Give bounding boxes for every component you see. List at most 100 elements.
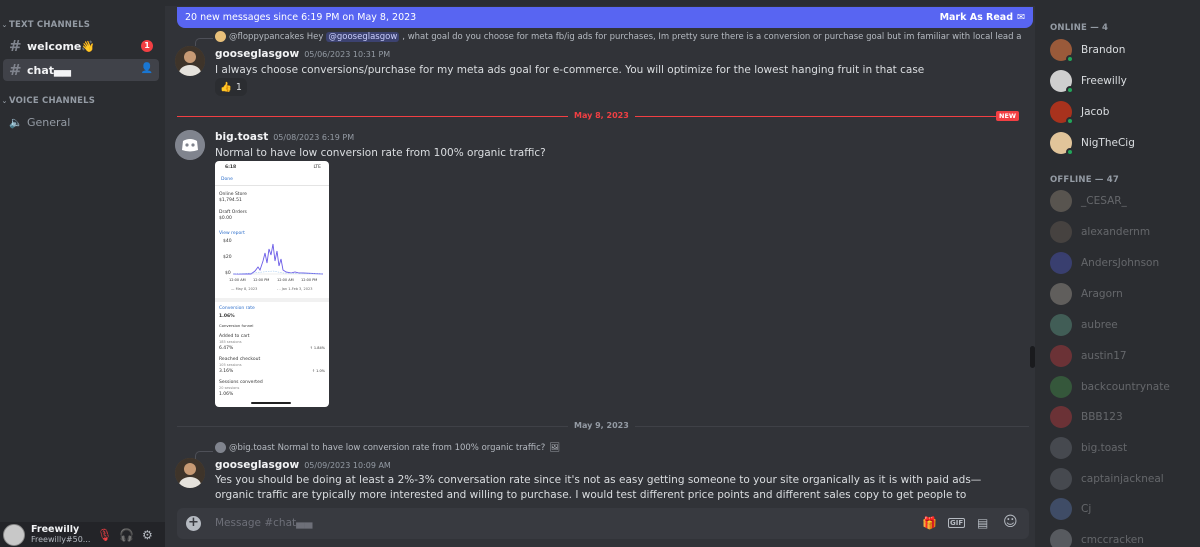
avatar [1050,132,1074,156]
plus-icon[interactable]: + [186,516,201,531]
message-timestamp: 05/09/2023 10:09 AM [304,461,391,470]
avatar[interactable] [175,458,205,488]
member-item[interactable]: big.toast [1050,436,1195,460]
member-item[interactable]: Brandon [1050,38,1195,63]
member-item[interactable]: cmccracken [1050,528,1195,547]
message-timestamp: 05/08/2023 6:19 PM [273,133,355,142]
reply-connector [195,38,213,46]
member-item[interactable]: backcountrynate [1050,375,1195,399]
headphones-icon[interactable]: 🎧 [119,528,134,542]
reply-pre: Hey [306,31,324,42]
reply-connector [195,451,213,459]
text-channels-category[interactable]: ⌄ TEXT CHANNELS [0,20,90,30]
member-item[interactable]: NigTheCig [1050,131,1195,156]
member-item[interactable]: captainjackneal [1050,467,1195,491]
new-messages-bar[interactable]: 20 new messages since 6:19 PM on May 8, … [177,7,1033,28]
home-indicator [251,402,291,404]
avatar[interactable] [175,130,205,160]
avatar [1050,345,1072,367]
member-item[interactable]: alexandernm [1050,220,1195,244]
image-icon: 🖼 [549,442,561,453]
message-author[interactable]: gooseglasgow 05/06/2023 10:31 PM [215,48,390,60]
member-name: backcountrynate [1081,381,1170,393]
avatar [1050,468,1072,490]
avatar[interactable] [3,523,25,546]
x-tick: 12:00 AM [229,278,246,282]
new-messages-text: 20 new messages since 6:19 PM on May 8, … [185,12,417,23]
sticker-icon[interactable]: ▤ [977,516,988,530]
reaction-count: 1 [235,81,242,93]
member-name: AndersJohnson [1081,257,1160,269]
y-tick: $40 [223,239,232,244]
user-panel: Freewilly Freewilly#50... 🎙 🎧 ⚙ [0,522,165,547]
date-divider-label: May 8, 2023 [568,111,635,120]
gear-icon[interactable]: ⚙ [142,528,153,542]
gif-button[interactable]: GIF [948,518,966,528]
author-name: big.toast [215,131,269,143]
discord-app: ⌄ TEXT CHANNELS # welcome👋 1 # chat▄▄ 👤 … [0,0,1200,547]
x-tick: 12:00 PM [253,278,270,282]
mic-muted-icon[interactable]: 🎙 [97,528,112,542]
message-composer[interactable]: + Message #chat▄▄ 🎁 GIF ▤ ☺ [177,508,1029,539]
conversion-funnel-label: Conversion funnel [219,323,254,328]
sessions-converted-sub: 20 sessions [219,386,240,390]
message-author[interactable]: big.toast 05/08/2023 6:19 PM [215,131,354,143]
conversion-rate-value: 1.06% [219,314,235,319]
member-item[interactable]: Aragorn [1050,282,1195,306]
mark-as-read-button[interactable]: Mark As Read ✉ [940,12,1025,23]
avatar [1050,529,1072,547]
channel-label: General [27,115,71,129]
member-name: big.toast [1081,442,1128,454]
added-to-cart-value: 6.47% [219,346,234,351]
mention[interactable]: @gooseglasgow [326,31,400,42]
channel-label: chat▄▄ [27,63,71,77]
reply-author: @big.toast [229,442,275,453]
reaction-thumbs-up[interactable]: 👍 1 [215,78,247,96]
y-tick: $0 [225,271,231,276]
separator [215,185,329,186]
status-right: LTE [313,165,321,170]
voice-channels-category[interactable]: ⌄ VOICE CHANNELS [0,96,95,106]
member-name: _CESAR_ [1081,195,1127,207]
x-tick: 12:00 PM [301,278,318,282]
chevron-down-icon: ⌄ [1,97,8,105]
avatar [1050,283,1072,305]
member-item[interactable]: Jacob [1050,100,1195,125]
channel-welcome[interactable]: # welcome👋 1 [3,35,159,57]
message-text: I always choose conversions/purchase for… [215,64,925,76]
avatar[interactable] [175,46,205,76]
reached-checkout-label: Reached checkout [219,357,261,362]
speaker-icon: 🔈 [9,115,23,129]
member-item[interactable]: _CESAR_ [1050,189,1195,213]
gift-icon[interactable]: 🎁 [922,516,937,530]
member-list: ONLINE — 4 Brandon Freewilly Jacob NigTh… [1035,0,1200,547]
member-name: Aragorn [1081,288,1123,300]
top-bar [165,0,1035,6]
member-name: Jacob [1081,106,1110,118]
x-tick: 12:00 AM [277,278,294,282]
legend-a: — May 8, 2023 [231,287,258,291]
add-member-icon[interactable]: 👤 [141,63,153,74]
draft-orders-value: $0.00 [219,216,232,221]
member-item[interactable]: Freewilly [1050,69,1195,94]
avatar [1050,437,1072,459]
member-item[interactable]: aubree [1050,313,1195,337]
reply-preview[interactable]: @big.toast Normal to have low conversion… [215,442,560,453]
reply-preview[interactable]: @floppypancakes Hey @gooseglasgow , what… [215,31,1021,42]
draft-orders-label: Draft Orders [219,210,247,215]
member-item[interactable]: austin17 [1050,344,1195,368]
member-item[interactable]: AndersJohnson [1050,251,1195,275]
view-report-link: View report [219,231,245,236]
channel-chat[interactable]: # chat▄▄ 👤 [3,59,159,81]
emoji-icon[interactable]: ☺ [1003,514,1018,530]
voice-channel-general[interactable]: 🔈 General [3,111,159,133]
legend-b: - - Jan 1-Feb 3, 2023 [277,287,313,291]
member-item[interactable]: BBB123 [1050,405,1195,429]
member-item[interactable]: Cj [1050,497,1195,521]
message-author[interactable]: gooseglasgow 05/09/2023 10:09 AM [215,459,391,471]
category-label: VOICE CHANNELS [9,96,96,106]
user-name: Freewilly [31,524,80,535]
mark-as-read-label: Mark As Read [939,12,1014,23]
message-input[interactable]: Message #chat▄▄ [215,517,312,529]
attached-image[interactable]: 6:18 LTE Done Online Store $1,794.51 Dra… [215,161,329,407]
